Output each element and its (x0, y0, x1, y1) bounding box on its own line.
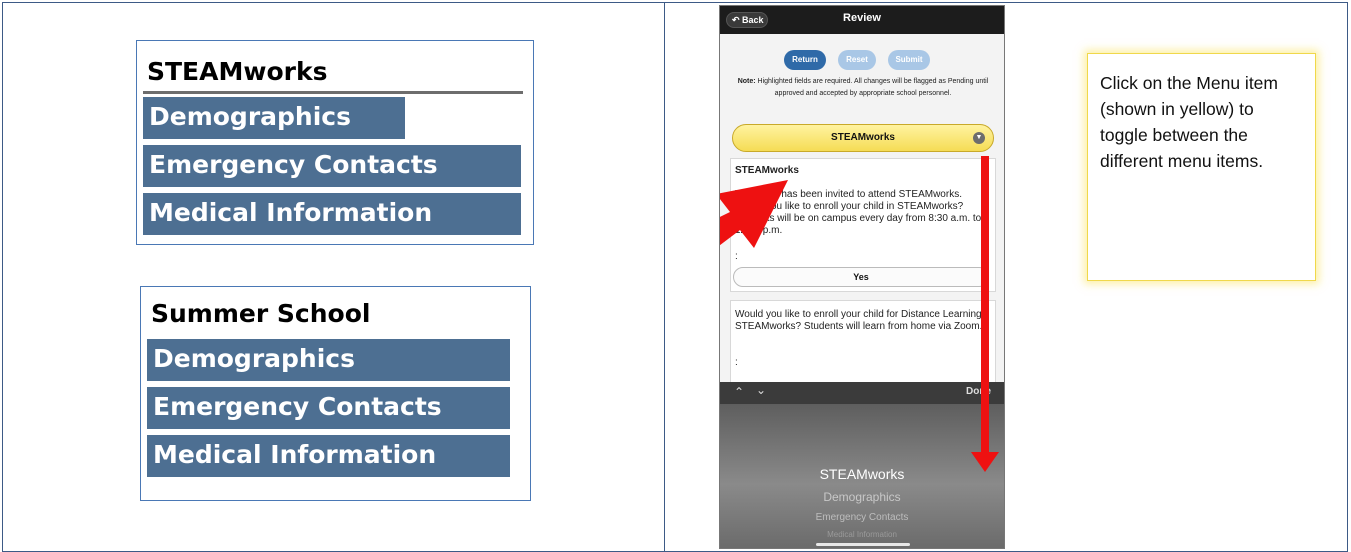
menu-item-demographics[interactable]: Demographics (147, 339, 510, 381)
column-divider (664, 2, 665, 552)
phone-screenshot: ↶ Back Review Return Reset Submit Note: … (719, 5, 1005, 549)
annotation-arrows (720, 156, 999, 472)
callout-text: Click on the Menu item (shown in yellow)… (1100, 73, 1278, 171)
menu-box-steamworks: STEAMworks Demographics Emergency Contac… (136, 40, 534, 245)
menu-title: STEAMworks (147, 57, 328, 86)
menu-item-emergency-contacts[interactable]: Emergency Contacts (147, 387, 510, 429)
menu-item-medical-information[interactable]: Medical Information (143, 193, 521, 235)
instruction-callout: Click on the Menu item (shown in yellow)… (1087, 53, 1316, 281)
menu-box-summer-school: Summer School Demographics Emergency Con… (140, 286, 531, 501)
vertical-arrow-head (971, 452, 999, 472)
menu-divider (143, 91, 523, 94)
menu-item-demographics[interactable]: Demographics (143, 97, 405, 139)
vertical-arrow-shaft (981, 156, 989, 456)
menu-title: Summer School (151, 299, 371, 328)
menu-item-medical-information[interactable]: Medical Information (147, 435, 510, 477)
diagonal-arrow (720, 180, 788, 248)
menu-item-emergency-contacts[interactable]: Emergency Contacts (143, 145, 521, 187)
